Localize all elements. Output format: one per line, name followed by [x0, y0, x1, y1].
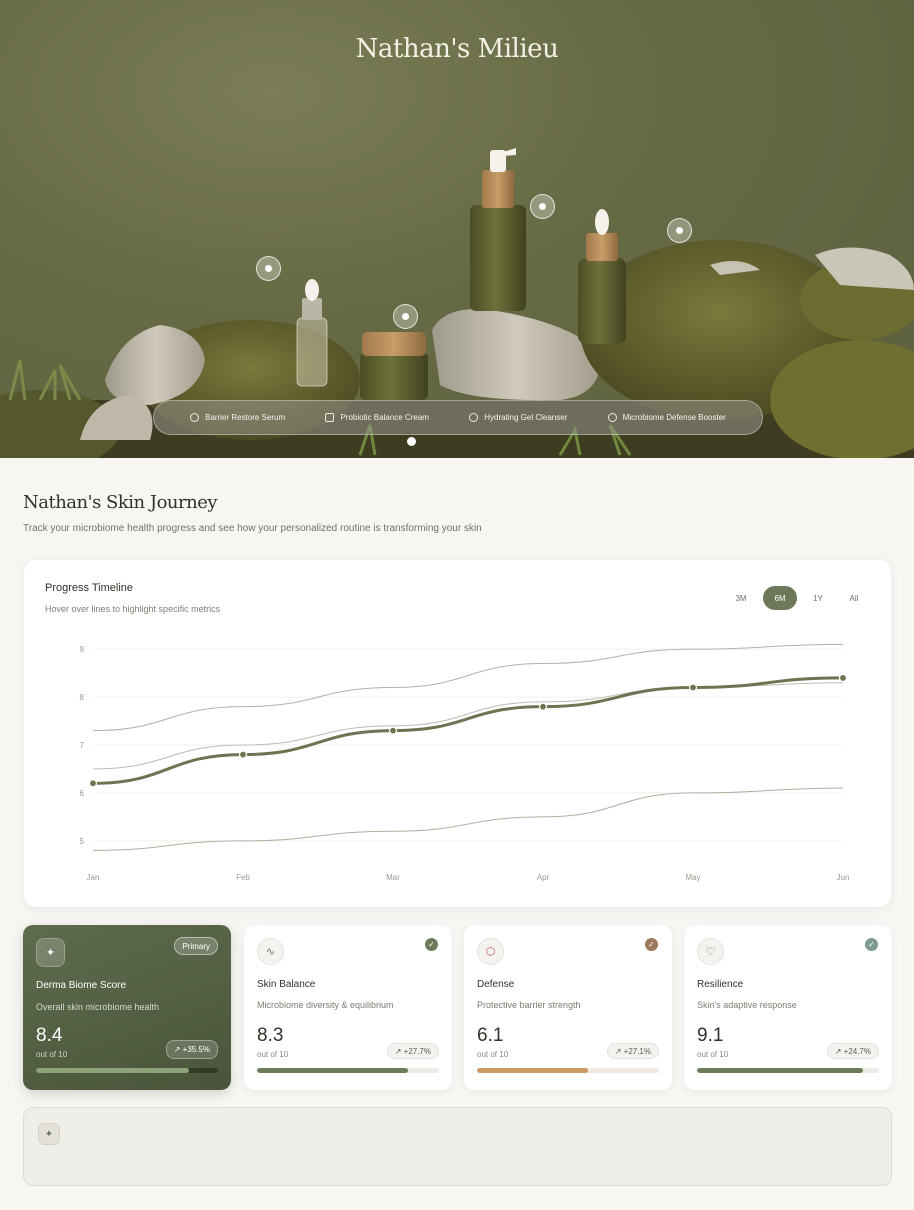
data-point: [538, 702, 548, 711]
product-label: Hydrating Gel Cleanser: [484, 413, 568, 422]
sparkle-icon: ✦: [38, 1123, 60, 1145]
product-hotspot[interactable]: [393, 304, 418, 329]
metric-card-skin-balance[interactable]: ∿ ✓ Skin Balance Microbiome diversity & …: [244, 925, 452, 1090]
data-point: [88, 779, 98, 788]
journey-title: Nathan's Skin Journey: [23, 492, 218, 513]
progress-line-chart[interactable]: 5 6 7 8 9 Jan Feb Mar Apr May Jun: [24, 560, 891, 907]
metric-progress-track: [36, 1068, 218, 1073]
metric-progress-track: [257, 1068, 439, 1073]
metric-description: Protective barrier strength: [477, 1000, 581, 1010]
product-label: Microbiome Defense Booster: [622, 413, 726, 422]
product-label: Barrier Restore Serum: [205, 413, 286, 422]
progress-timeline-card: Progress Timeline Hover over lines to hi…: [24, 560, 891, 907]
product-item-gel-cleanser[interactable]: Hydrating Gel Cleanser: [469, 413, 567, 422]
check-icon: ✓: [645, 938, 658, 951]
data-point: [238, 750, 248, 759]
check-icon: ✓: [865, 938, 878, 951]
x-tick-label: Jun: [837, 873, 850, 882]
metric-value: 6.1: [477, 1025, 504, 1046]
y-tick-label: 8: [80, 693, 85, 702]
metric-card-derma-biome[interactable]: ✦ Primary Derma Biome Score Overall skin…: [23, 925, 231, 1090]
trend-up-icon: ↗: [614, 1046, 624, 1056]
metric-card-resilience[interactable]: ♡ ✓ Resilience Skin's adaptive response …: [684, 925, 892, 1090]
metric-progress-fill: [477, 1068, 589, 1073]
metric-change-badge: ↗ +27.7%: [386, 1043, 439, 1059]
metric-change: +27.7%: [403, 1046, 431, 1056]
product-hotspot[interactable]: [667, 218, 692, 243]
metric-change: +24.7%: [843, 1046, 871, 1056]
y-tick-label: 9: [80, 645, 85, 654]
metric-scale: out of 10: [697, 1050, 729, 1059]
metric-card-defense[interactable]: ⬡ ✓ Defense Protective barrier strength …: [464, 925, 672, 1090]
metric-change: +35.5%: [182, 1045, 210, 1054]
x-tick-label: Mar: [386, 873, 400, 882]
series-line[interactable]: [92, 682, 844, 770]
x-tick-label: Feb: [236, 873, 250, 882]
x-tick-label: Jan: [87, 873, 100, 882]
series-line-primary[interactable]: [91, 676, 845, 785]
jar-icon: [325, 413, 335, 422]
trend-up-icon: ↗: [394, 1046, 404, 1056]
sparkle-icon: ✦: [36, 938, 65, 967]
metric-name: Defense: [477, 979, 515, 990]
hero-banner: Nathan's Milieu Barrier Restore Serum Pr…: [0, 0, 914, 458]
brand-title: Nathan's Milieu: [355, 34, 559, 64]
carousel-indicator[interactable]: [407, 437, 416, 446]
metric-description: Overall skin microbiome health: [36, 1002, 160, 1012]
product-nav-bar: Barrier Restore Serum Probiotic Balance …: [153, 400, 763, 435]
drops-icon: [190, 413, 200, 422]
metric-value: 8.4: [36, 1025, 63, 1046]
data-point: [688, 683, 698, 692]
pulse-icon: ∿: [257, 938, 284, 965]
product-hotspot[interactable]: [256, 256, 281, 281]
metric-change-badge: ↗ +27.1%: [606, 1043, 659, 1059]
y-tick-label: 6: [80, 789, 85, 798]
metric-change-badge: ↗ +35.5%: [165, 1040, 218, 1059]
droplet-icon: [469, 413, 479, 422]
metric-value: 8.3: [257, 1025, 284, 1046]
metric-name: Skin Balance: [257, 979, 316, 990]
data-point: [388, 726, 398, 735]
product-item-barrier-serum[interactable]: Barrier Restore Serum: [190, 413, 285, 422]
metric-progress-track: [697, 1068, 879, 1073]
metric-scale: out of 10: [477, 1050, 509, 1059]
metric-name: Resilience: [697, 979, 744, 990]
data-point: [838, 673, 848, 683]
metric-progress-fill: [697, 1068, 863, 1073]
product-label: Probiotic Balance Cream: [340, 413, 429, 422]
check-icon: ✓: [425, 938, 438, 951]
metric-change-badge: ↗ +24.7%: [826, 1043, 879, 1059]
shield-icon: ⬡: [477, 938, 504, 965]
y-tick-label: 7: [80, 741, 85, 750]
y-tick-label: 5: [80, 837, 85, 846]
metric-change: +27.1%: [623, 1046, 651, 1056]
journey-subtitle: Track your microbiome health progress an…: [23, 523, 482, 534]
product-item-probiotic-cream[interactable]: Probiotic Balance Cream: [325, 413, 429, 422]
metric-progress-fill: [257, 1068, 409, 1073]
insights-panel: ✦: [23, 1107, 892, 1186]
primary-badge: Primary: [174, 937, 218, 955]
metric-description: Skin's adaptive response: [697, 1000, 797, 1010]
shield-icon: [607, 413, 617, 422]
metric-scale: out of 10: [257, 1050, 289, 1059]
x-tick-label: Apr: [537, 873, 550, 882]
metric-progress-track: [477, 1068, 659, 1073]
metric-value: 9.1: [697, 1025, 724, 1046]
trend-up-icon: ↗: [173, 1045, 183, 1054]
product-hotspot[interactable]: [530, 194, 555, 219]
metric-scale: out of 10: [36, 1050, 68, 1059]
trend-up-icon: ↗: [834, 1046, 844, 1056]
x-tick-label: May: [685, 873, 700, 882]
heart-icon: ♡: [697, 938, 724, 965]
hero-scene: [0, 148, 914, 458]
product-item-defense-booster[interactable]: Microbiome Defense Booster: [607, 413, 726, 422]
metric-description: Microbiome diversity & equilibrium: [257, 1000, 394, 1010]
metric-progress-fill: [36, 1068, 189, 1073]
metric-name: Derma Biome Score: [36, 980, 127, 991]
